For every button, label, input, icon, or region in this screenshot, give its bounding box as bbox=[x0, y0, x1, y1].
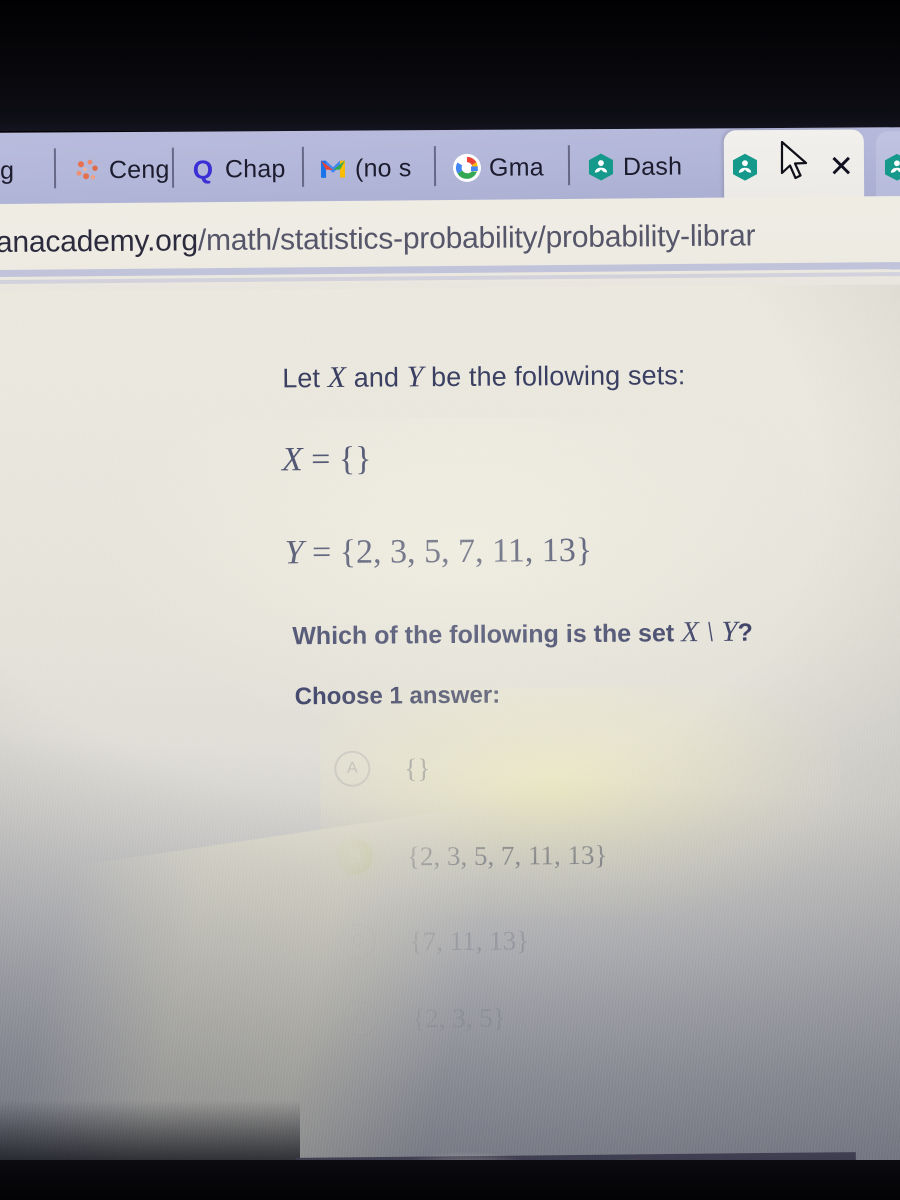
laptop-bezel-bottom bbox=[0, 1160, 900, 1200]
tab-divider bbox=[301, 146, 305, 187]
browser-tab-ng[interactable]: ng bbox=[0, 136, 56, 204]
mouse-cursor-icon bbox=[780, 140, 808, 180]
set-x-name: X bbox=[281, 441, 303, 479]
browser-tab-label: Chap bbox=[224, 154, 286, 183]
radio-button-c[interactable]: C bbox=[339, 923, 376, 960]
tab-divider bbox=[433, 146, 437, 187]
prompt-suffix: be the following sets: bbox=[423, 360, 686, 393]
gmail-m-icon bbox=[318, 154, 348, 184]
browser-tab-label: Dash bbox=[622, 152, 683, 181]
answer-choice-a[interactable]: A {} bbox=[334, 750, 430, 787]
browser-tab-label: (no s bbox=[354, 153, 412, 183]
browser-tab-gmail[interactable]: Gma bbox=[446, 133, 566, 202]
khan-academy-icon bbox=[586, 152, 616, 182]
browser-tab-label: Gma bbox=[488, 152, 544, 182]
variable-x: X bbox=[327, 360, 347, 394]
radio-button-d[interactable]: D bbox=[342, 1000, 379, 1037]
cengage-icon bbox=[72, 155, 102, 185]
set-y-definition: Y = {2, 3, 5, 7, 11, 13} bbox=[284, 532, 592, 572]
set-x-definition: X = {} bbox=[282, 441, 372, 480]
svg-text:Q: Q bbox=[193, 154, 213, 184]
browser-tab-dashboard[interactable]: Dash bbox=[580, 132, 716, 201]
close-icon[interactable]: ✕ bbox=[829, 149, 855, 184]
question-suffix: ? bbox=[737, 618, 753, 647]
khan-academy-icon bbox=[730, 152, 760, 182]
answer-choice-text: {2, 3, 5, 7, 11, 13} bbox=[406, 839, 608, 871]
tab-divider bbox=[171, 147, 175, 188]
url-domain: anacademy.org bbox=[0, 224, 199, 259]
browser-tab-label: Ceng bbox=[108, 155, 169, 184]
answer-choice-text: {} bbox=[404, 752, 431, 783]
browser-tab-cengage[interactable]: Ceng bbox=[66, 136, 174, 205]
set-difference-expression: X \ Y bbox=[681, 615, 738, 649]
answer-choice-text: {7, 11, 13} bbox=[409, 924, 530, 956]
browser-tab-label: ng bbox=[0, 156, 15, 185]
prompt-prefix: Let bbox=[282, 362, 328, 394]
laptop-screen-photo: ng Ceng Q Chap (no s Gma Dash ✕ anacadem… bbox=[0, 0, 900, 1200]
radio-button-a[interactable]: A bbox=[334, 750, 371, 787]
browser-tab-chapter[interactable]: Q Chap bbox=[182, 135, 302, 204]
variable-y: Y bbox=[406, 360, 424, 394]
exercise-question: Which of the following is the set X \ Y? bbox=[292, 616, 753, 653]
google-g-icon bbox=[452, 153, 482, 183]
answer-choice-text: {2, 3, 5} bbox=[412, 1002, 506, 1033]
set-x-value: = {} bbox=[302, 440, 372, 479]
prompt-mid: and bbox=[346, 362, 407, 393]
browser-tab-no-subject[interactable]: (no s bbox=[312, 134, 432, 203]
set-y-value: = {2, 3, 5, 7, 11, 13} bbox=[303, 531, 593, 572]
set-y-name: Y bbox=[284, 534, 304, 572]
quizlet-q-icon: Q bbox=[188, 154, 218, 184]
tab-divider bbox=[567, 145, 571, 186]
question-prefix: Which of the following is the set bbox=[292, 619, 682, 651]
laptop-bezel-top bbox=[0, 0, 900, 131]
url-text[interactable]: anacademy.org/math/statistics-probabilit… bbox=[0, 219, 755, 260]
answer-choice-c[interactable]: C {7, 11, 13} bbox=[339, 922, 530, 960]
khan-exercise: Let X and Y be the following sets: X = {… bbox=[0, 284, 900, 1171]
browser-tab-partial[interactable] bbox=[875, 131, 900, 204]
url-path: /math/statistics-probability/probability… bbox=[197, 219, 756, 258]
tab-divider bbox=[53, 148, 57, 189]
browser-url-bar[interactable]: anacademy.org/math/statistics-probabilit… bbox=[0, 195, 900, 301]
answer-choice-b[interactable]: B {2, 3, 5, 7, 11, 13} bbox=[336, 837, 608, 875]
khan-academy-icon bbox=[882, 152, 900, 182]
web-page-content: Let X and Y be the following sets: X = {… bbox=[0, 284, 900, 1172]
exercise-prompt: Let X and Y be the following sets: bbox=[282, 358, 685, 395]
choose-answer-label: Choose 1 answer: bbox=[294, 681, 501, 711]
radio-button-b[interactable]: B bbox=[336, 838, 374, 875]
answer-choice-d[interactable]: D {2, 3, 5} bbox=[342, 1000, 506, 1037]
